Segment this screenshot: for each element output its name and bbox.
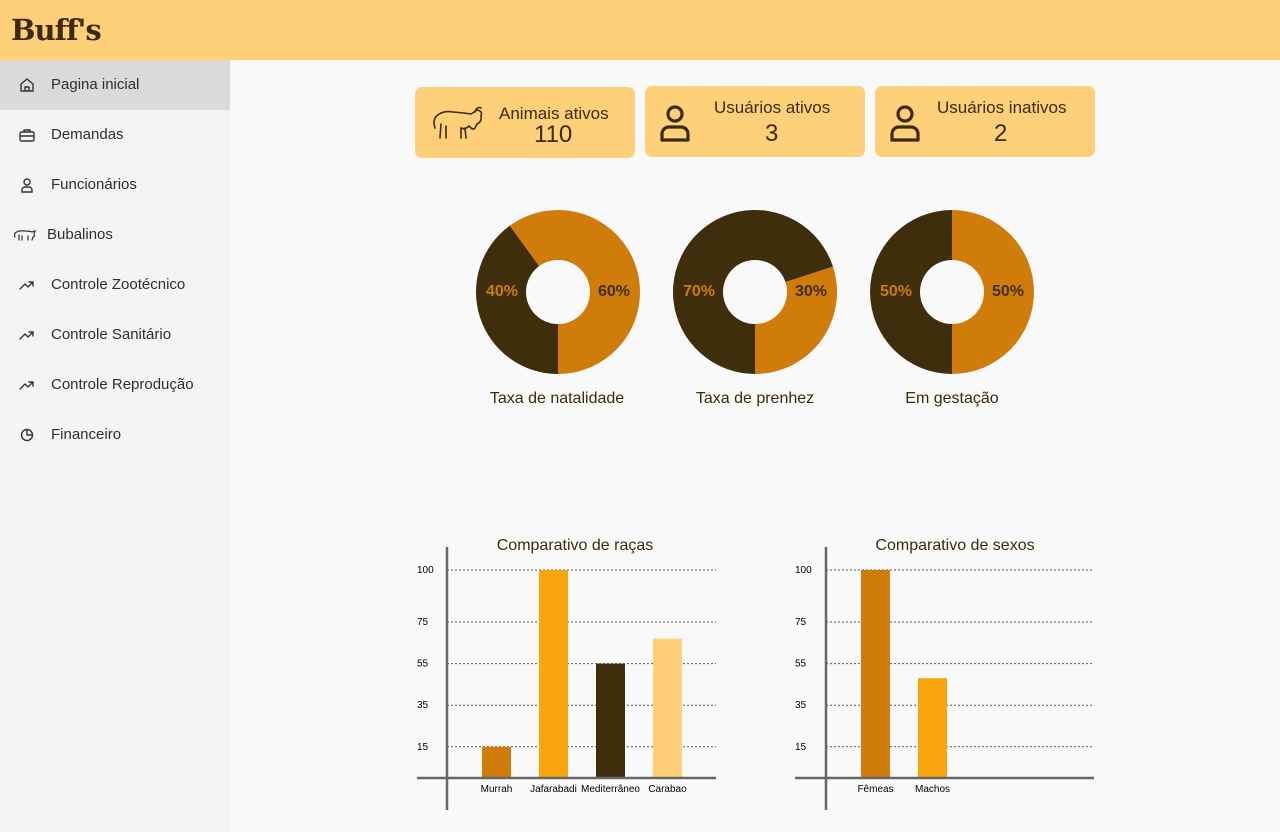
bar-chart-sexos: Comparativo de sexos 15 35 55 75 100 Fêmeas Mac… [795, 537, 1094, 810]
chart-title: Comparativo de sexos [875, 537, 1034, 554]
buffalo-icon [13, 230, 36, 241]
sidebar-item-financeiro[interactable]: Financeiro [0, 410, 230, 460]
donut-hole [920, 260, 984, 324]
stat-card-animais-ativos[interactable]: Animais ativos 110 [415, 87, 635, 158]
main-content: Animais ativos 110 Usuários ativos 3 Usu… [230, 60, 1280, 832]
briefcase-icon [19, 129, 35, 142]
home-icon [20, 78, 34, 92]
donut-right-pct: 60% [598, 283, 631, 300]
card-value: 3 [765, 120, 779, 147]
bar [482, 746, 511, 778]
stat-card-usuarios-inativos[interactable]: Usuários inativos 2 [875, 86, 1095, 157]
donut-left-pct: 70% [683, 283, 716, 300]
y-tick-label: 35 [795, 700, 807, 711]
y-tick-label: 15 [417, 742, 429, 753]
buffalo-icon [433, 106, 483, 139]
donut-hole [526, 260, 590, 324]
sidebar-item-label: Bubalinos [47, 226, 113, 243]
y-tick-label: 75 [795, 617, 807, 628]
y-tick-label: 75 [417, 617, 429, 628]
y-tick-label: 35 [417, 700, 429, 711]
x-tick-label: Machos [915, 784, 950, 795]
card-title: Usuários inativos [937, 98, 1067, 117]
y-tick-label: 55 [795, 659, 807, 670]
x-tick-label: Mediterrâneo [581, 784, 640, 795]
sidebar-item-label: Pagina inicial [51, 76, 140, 93]
app-logo[interactable]: Buff's [11, 14, 102, 46]
bar [861, 570, 890, 778]
x-tick-label: Murrah [481, 784, 513, 795]
bar [539, 570, 568, 778]
donut-left-pct: 40% [486, 283, 519, 300]
pie-chart-icon [20, 428, 34, 442]
user-icon [890, 105, 920, 142]
x-tick-label: Jafarabadi [530, 784, 577, 795]
donut-right-pct: 50% [992, 283, 1025, 300]
sidebar-item-label: Funcionários [51, 176, 137, 193]
x-tick-label: Fêmeas [857, 784, 893, 795]
sidebar-item-controle-zootecnico[interactable]: Controle Zootécnico [0, 260, 230, 310]
card-value: 110 [534, 121, 573, 148]
trending-up-icon [19, 381, 34, 390]
sidebar-item-controle-reproducao[interactable]: Controle Reprodução [0, 360, 230, 410]
stat-card-usuarios-ativos[interactable]: Usuários ativos 3 [645, 86, 865, 157]
sidebar-item-demandas[interactable]: Demandas [0, 110, 230, 160]
donut-left-pct: 50% [880, 283, 913, 300]
donut-label: Taxa de natalidade [489, 390, 625, 407]
trending-up-icon [19, 331, 34, 340]
donut-right-pct: 30% [795, 283, 828, 300]
y-tick-label: 55 [417, 659, 429, 670]
chart-title: Comparativo de raças [497, 537, 654, 554]
donut-chart-gestacao: 50% 50% [870, 210, 1034, 374]
sidebar-item-bubalinos[interactable]: Bubalinos [0, 210, 230, 260]
trending-up-icon [19, 281, 34, 290]
card-value: 2 [994, 120, 1008, 147]
y-tick-label: 100 [795, 565, 812, 576]
donut-label: Em gestação [905, 390, 999, 407]
sidebar-item-label: Controle Sanitário [51, 326, 172, 343]
bar [918, 678, 947, 778]
donut-hole [723, 260, 787, 324]
top-bar: Buff's [0, 0, 1280, 60]
user-icon [21, 178, 33, 193]
x-tick-label: Carabao [648, 784, 687, 795]
sidebar-item-label: Financeiro [51, 426, 122, 443]
y-tick-label: 15 [795, 742, 807, 753]
sidebar-item-label: Controle Reprodução [51, 376, 194, 393]
sidebar: Pagina inicial Demandas Funcionários Bub… [0, 60, 230, 832]
card-title: Usuários ativos [714, 98, 831, 117]
sidebar-item-funcionarios[interactable]: Funcionários [0, 160, 230, 210]
bar [653, 638, 682, 778]
user-icon [660, 105, 690, 142]
bar-chart-racas: Comparativo de raças 15 35 55 75 100 Murrah Jaf… [417, 537, 716, 810]
sidebar-item-label: Demandas [51, 126, 124, 143]
sidebar-item-controle-sanitario[interactable]: Controle Sanitário [0, 310, 230, 360]
donut-label: Taxa de prenhez [695, 390, 815, 407]
sidebar-item-pagina-inicial[interactable]: Pagina inicial [0, 60, 230, 110]
donut-chart-prenhez: 70% 30% [673, 209, 838, 374]
sidebar-item-label: Controle Zootécnico [51, 276, 186, 293]
y-tick-label: 100 [417, 565, 434, 576]
donut-chart-natalidade: 40% 60% [475, 210, 640, 374]
bar [596, 663, 625, 778]
